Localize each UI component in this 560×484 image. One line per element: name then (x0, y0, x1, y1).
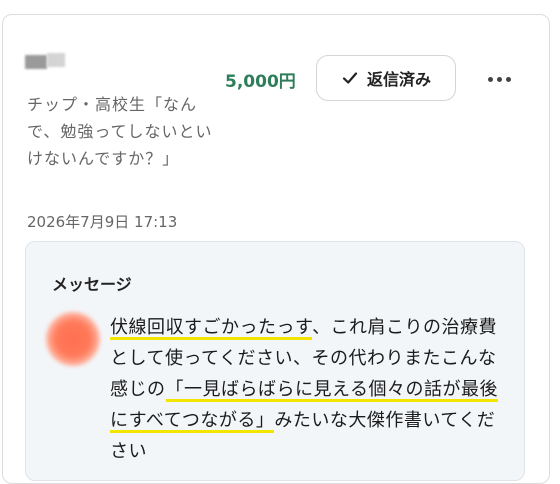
message-sender-avatar (46, 312, 100, 366)
message-box: メッセージ 伏線回収すごかったっす、これ肩こりの治療費として使ってください、その… (25, 241, 525, 481)
tip-date: 2026年7月9日 17:13 (27, 213, 178, 231)
replied-button[interactable]: 返信済み (316, 55, 456, 101)
tip-title: チップ・高校生「なんで、勉強ってしないといけないんですか？」 (27, 95, 213, 168)
message-segment-highlight: 伏線回収すごかったっす (110, 317, 313, 340)
replied-label: 返信済み (366, 70, 431, 89)
more-horizontal-icon (487, 76, 493, 82)
tip-amount: 5,000円 (225, 72, 296, 92)
check-icon (341, 69, 359, 87)
more-options-button[interactable] (481, 65, 517, 93)
message-heading: メッセージ (52, 275, 132, 294)
message-text: 伏線回収すごかったっす、これ肩こりの治療費として使ってください、その代わりまたこ… (110, 312, 510, 467)
sender-avatar-blurred (25, 47, 67, 69)
